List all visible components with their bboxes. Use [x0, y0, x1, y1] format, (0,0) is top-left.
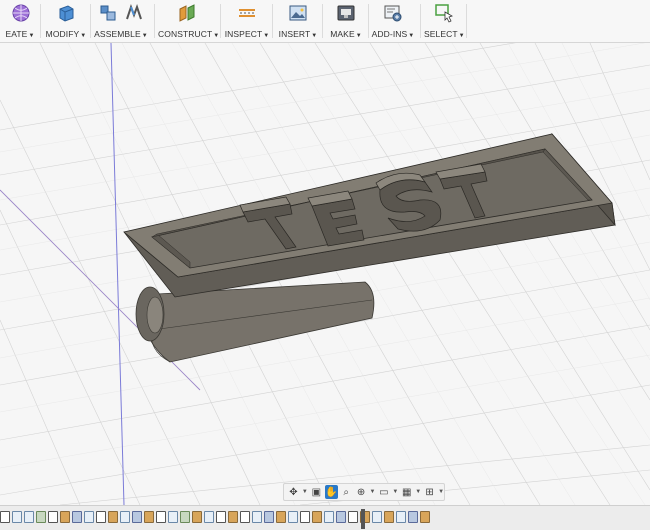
- timeline-feature-icon[interactable]: [348, 511, 358, 523]
- timeline-feature-icon[interactable]: [216, 511, 226, 523]
- viewports-icon[interactable]: ⊞: [423, 485, 436, 499]
- scripts-addins-icon: [384, 5, 402, 22]
- make-label: MAKE: [330, 29, 355, 39]
- create-form-icon: [12, 4, 30, 22]
- timeline-feature-icon[interactable]: [372, 511, 382, 523]
- look-at-icon[interactable]: ▣: [310, 485, 323, 499]
- timeline-feature-icon[interactable]: [252, 511, 262, 523]
- create-menu[interactable]: EATE▼: [0, 0, 40, 42]
- timeline-feature-icon[interactable]: [324, 511, 334, 523]
- timeline-feature-icon[interactable]: [240, 511, 250, 523]
- select-icon: [435, 4, 453, 23]
- clip-tube[interactable]: [135, 281, 375, 363]
- timeline-feature-icon[interactable]: [48, 511, 58, 523]
- timeline-feature-icon[interactable]: [384, 511, 394, 523]
- timeline-feature-icon[interactable]: [108, 511, 118, 523]
- timeline-feature-icon[interactable]: [144, 511, 154, 523]
- timeline-feature-icon[interactable]: [264, 511, 274, 523]
- canvas-viewport[interactable]: [0, 43, 650, 505]
- timeline-feature-icon[interactable]: [84, 511, 94, 523]
- joint-icon: [126, 4, 142, 20]
- create-label: EATE: [5, 29, 28, 39]
- timeline-feature-icon[interactable]: [96, 511, 106, 523]
- timeline-feature-icon[interactable]: [336, 511, 346, 523]
- addins-label: ADD-INS: [371, 29, 408, 39]
- pan-icon[interactable]: ✋: [324, 485, 338, 499]
- timeline-feature-icon[interactable]: [192, 511, 202, 523]
- design-timeline[interactable]: [0, 505, 650, 530]
- timeline-feature-icon[interactable]: [120, 511, 130, 523]
- assemble-label: ASSEMBLE: [94, 29, 141, 39]
- timeline-feature-icon[interactable]: [12, 511, 22, 523]
- new-component-icon: [100, 5, 116, 21]
- timeline-feature-icon[interactable]: [204, 511, 214, 523]
- timeline-feature-icon[interactable]: [156, 511, 166, 523]
- offset-plane-icon: [179, 4, 195, 22]
- grid-icon[interactable]: ▦: [400, 485, 413, 499]
- nameplate-body[interactable]: [123, 132, 616, 298]
- timeline-feature-icon[interactable]: [36, 511, 46, 523]
- orbit-icon[interactable]: ✥: [287, 485, 300, 499]
- timeline-feature-icon[interactable]: [408, 511, 418, 523]
- select-menu[interactable]: SELECT▼: [424, 0, 465, 42]
- timeline-feature-icon[interactable]: [168, 511, 178, 523]
- timeline-feature-icon[interactable]: [228, 511, 238, 523]
- 3d-print-icon: [337, 5, 355, 21]
- navigation-bar: ✥ ▼ ▣ ✋ ⌕ ⊕ ▼ ▭ ▼ ▦ ▼ ⊞ ▼: [283, 483, 445, 501]
- timeline-feature-icon[interactable]: [312, 511, 322, 523]
- assemble-menu[interactable]: ASSEMBLE▼: [92, 0, 150, 42]
- make-menu[interactable]: MAKE▼: [326, 0, 366, 42]
- construct-label: CONSTRUCT: [158, 29, 213, 39]
- timeline-feature-icon[interactable]: [276, 511, 286, 523]
- insert-label: INSERT: [278, 29, 311, 39]
- timeline-feature-icon[interactable]: [288, 511, 298, 523]
- z-axis-line: [110, 43, 125, 505]
- display-settings-icon[interactable]: ▭: [377, 485, 390, 499]
- inspect-label: INSPECT: [224, 29, 263, 39]
- toolbar: EATE▼ MODIFY▼ ASSEMBLE▼ CONSTRUCT▼ INSPE…: [0, 0, 650, 43]
- fit-icon[interactable]: ⊕: [355, 485, 368, 499]
- timeline-feature-icon[interactable]: [72, 511, 82, 523]
- zoom-icon[interactable]: ⌕: [340, 485, 353, 499]
- addins-menu[interactable]: ADD-INS▼: [370, 0, 416, 42]
- timeline-feature-icon[interactable]: [0, 511, 10, 523]
- timeline-feature-icon[interactable]: [180, 511, 190, 523]
- insert-menu[interactable]: INSERT▼: [276, 0, 320, 42]
- press-pull-icon: [59, 5, 74, 22]
- select-label: SELECT: [424, 29, 458, 39]
- timeline-feature-icon[interactable]: [300, 511, 310, 523]
- timeline-feature-icon[interactable]: [60, 511, 70, 523]
- timeline-feature-icon[interactable]: [132, 511, 142, 523]
- timeline-features: [0, 511, 430, 525]
- modify-menu[interactable]: MODIFY▼: [44, 0, 88, 42]
- ground-grid: [0, 43, 650, 505]
- modify-label: MODIFY: [45, 29, 80, 39]
- inspect-menu[interactable]: INSPECT▼: [224, 0, 270, 42]
- timeline-feature-icon[interactable]: [420, 511, 430, 523]
- timeline-marker[interactable]: [361, 509, 365, 529]
- insert-image-icon: [289, 5, 307, 21]
- measure-icon: [239, 9, 255, 17]
- timeline-feature-icon[interactable]: [396, 511, 406, 523]
- 3d-scene[interactable]: [0, 43, 650, 505]
- timeline-feature-icon[interactable]: [24, 511, 34, 523]
- minor-grid: [0, 43, 650, 505]
- construct-menu[interactable]: CONSTRUCT▼: [158, 0, 219, 42]
